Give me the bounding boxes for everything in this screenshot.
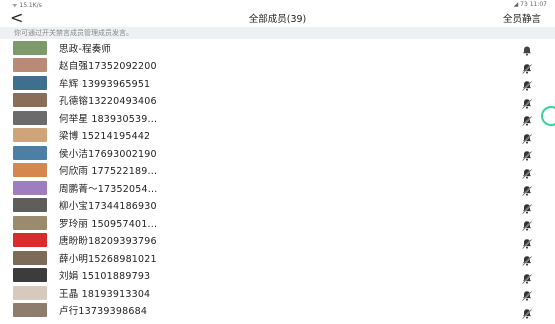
member-name: 王晶 18193913304 [59,288,151,300]
speaker-off-icon[interactable] [521,252,533,267]
speaker-off-icon[interactable] [521,270,533,284]
member-row[interactable]: 赵自强17352092200 [0,57,555,75]
avatar [13,180,47,195]
member-row[interactable]: 侯小洁17693002190 [0,144,555,162]
speaker-off-icon[interactable] [521,77,533,92]
member-row[interactable]: 薛小明15268981021 [0,249,555,267]
member-name: 思政-程奏师 [59,43,112,55]
avatar [13,268,47,283]
avatar [13,128,47,143]
notice-bar: 你可通过开关禁言成员管理成员发言。 [0,27,555,39]
member-row[interactable]: 柳小宝17344186930 [0,197,555,215]
member-row[interactable]: 刘娟 15101889793 [0,267,555,285]
speaker-off-icon[interactable] [521,130,533,144]
member-row[interactable]: 牟辉 13993965951 [0,74,555,92]
speaker-off-icon[interactable] [521,305,533,319]
avatar [13,198,47,213]
member-name: 何欣雨 177522189... [59,166,158,178]
speaker-off-icon[interactable] [521,287,533,302]
avatar [13,75,47,90]
member-row[interactable]: 王晶 18193913304 [0,284,555,302]
member-name: 唐盼盼18209393796 [59,236,157,248]
member-name: 柳小宝17344186930 [59,201,157,213]
member-name: 刘娟 15101889793 [59,271,151,283]
member-row[interactable]: 梁博 15214195442 [0,127,555,145]
member-name: 薛小明15268981021 [59,253,157,265]
member-name: 周鹏菁～17352054... [59,183,158,195]
speaker-off-icon[interactable] [521,60,533,74]
member-name: 赵自强17352092200 [59,61,157,73]
avatar [13,93,47,108]
avatar [13,303,47,318]
member-list: 思政-程奏师赵自强17352092200 牟辉 13993965951 孔德镕132… [0,39,555,320]
speaker-off-icon[interactable] [521,235,533,249]
member-name: 罗玲丽 150957401... [59,218,158,230]
speaker-off-icon[interactable] [521,147,533,162]
speaker-off-icon[interactable] [521,112,533,127]
member-row[interactable]: 罗玲丽 150957401... [0,214,555,232]
avatar [13,40,47,55]
status-right: ◢ 73 11:07 [513,1,547,8]
member-row[interactable]: 孔德镕13220493406 [0,92,555,110]
member-row[interactable]: 卢行13739398684 [0,302,555,320]
member-row[interactable]: 周鹏菁～17352054... [0,179,555,197]
speaker-off-icon[interactable] [521,217,533,232]
member-name: 侯小洁17693002190 [59,148,157,160]
speaker-off-icon[interactable] [521,95,533,109]
mute-all-button[interactable]: 全员静言 [503,11,541,25]
member-row[interactable]: 何欣雨 177522189... [0,162,555,180]
avatar [13,110,47,125]
avatar [13,285,47,300]
member-row[interactable]: 何举星 183930539... [0,109,555,127]
avatar [13,163,47,178]
avatar [13,233,47,248]
speaker-off-icon[interactable] [521,165,533,179]
member-name: 梁博 15214195442 [59,131,151,143]
speaker-off-icon[interactable] [521,200,533,214]
member-name: 卢行13739398684 [59,306,148,318]
avatar [13,145,47,160]
status-bar: ᯤ 15.1K/s ◢ 73 11:07 [0,0,555,9]
avatar [13,250,47,265]
member-row[interactable]: 思政-程奏师 [0,39,555,57]
page-title: 全部成员(39) [248,14,307,25]
avatar [13,58,47,73]
header: < 全部成员(39) 全员静言 [0,9,555,27]
scroll-handle[interactable] [541,106,555,126]
bell-icon[interactable] [521,42,533,56]
member-name: 牟辉 13993965951 [59,78,151,90]
member-name: 何举星 183930539... [59,113,158,125]
speaker-off-icon[interactable] [521,182,533,197]
member-row[interactable]: 唐盼盼18209393796 [0,232,555,250]
avatar [13,215,47,230]
member-name: 孔德镕13220493406 [59,96,157,108]
